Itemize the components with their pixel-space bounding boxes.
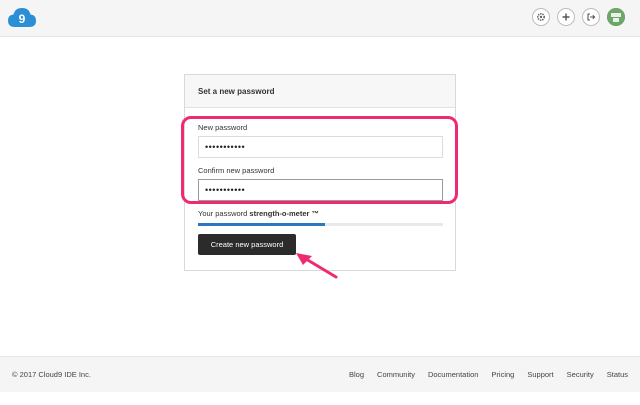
- confirm-password-label: Confirm new password: [198, 166, 275, 175]
- new-password-field[interactable]: •••••••••••: [198, 136, 443, 158]
- footer-link-documentation[interactable]: Documentation: [428, 370, 478, 379]
- create-password-button[interactable]: Create new password: [198, 234, 296, 255]
- plus-icon[interactable]: [557, 8, 575, 26]
- footer-link-blog[interactable]: Blog: [349, 370, 364, 379]
- cloud9-logo[interactable]: 9: [7, 5, 37, 30]
- strength-meter-label: Your password strength-o-meter ™: [198, 209, 320, 218]
- top-header: 9: [0, 0, 640, 37]
- footer-link-support[interactable]: Support: [527, 370, 553, 379]
- footer-link-status[interactable]: Status: [607, 370, 628, 379]
- svg-text:9: 9: [19, 12, 26, 26]
- footer: © 2017 Cloud9 IDE Inc. Blog Community Do…: [0, 356, 640, 392]
- new-password-label: New password: [198, 123, 248, 132]
- card-title: Set a new password: [185, 75, 455, 108]
- strength-meter: [198, 223, 443, 226]
- strength-meter-name: strength-o-meter ™: [249, 209, 320, 218]
- annotation-arrow-icon: [296, 253, 338, 279]
- footer-nav: Blog Community Documentation Pricing Sup…: [349, 370, 628, 379]
- gear-icon[interactable]: [532, 8, 550, 26]
- sign-out-icon[interactable]: [582, 8, 600, 26]
- footer-link-pricing[interactable]: Pricing: [491, 370, 514, 379]
- page-bottom: [0, 392, 640, 405]
- reset-password-card: Set a new password New password ••••••••…: [184, 74, 456, 271]
- avatar[interactable]: [607, 8, 625, 26]
- confirm-password-field[interactable]: •••••••••••: [198, 179, 443, 201]
- footer-link-community[interactable]: Community: [377, 370, 415, 379]
- copyright: © 2017 Cloud9 IDE Inc.: [12, 370, 91, 379]
- strength-meter-fill: [198, 223, 326, 226]
- footer-link-security[interactable]: Security: [567, 370, 594, 379]
